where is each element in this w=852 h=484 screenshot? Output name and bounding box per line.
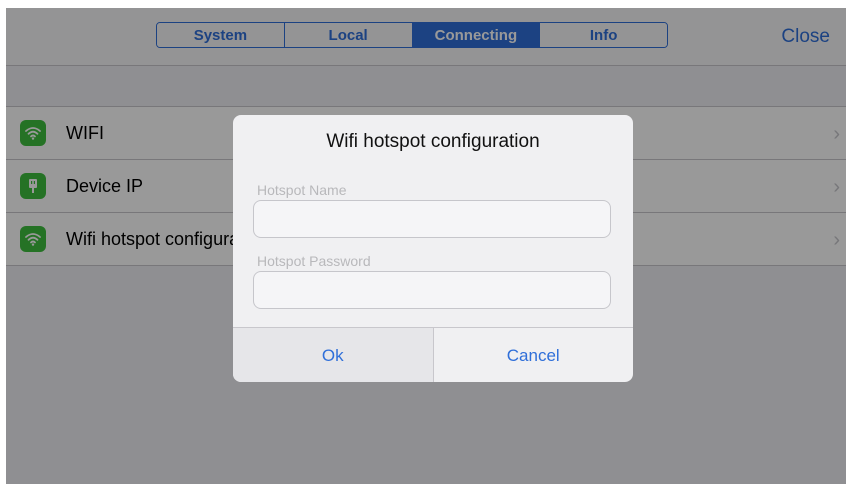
cancel-button[interactable]: Cancel bbox=[434, 328, 634, 382]
hotspot-name-input[interactable] bbox=[253, 200, 611, 238]
ok-button[interactable]: Ok bbox=[233, 328, 434, 382]
hotspot-name-label: Hotspot Name bbox=[257, 182, 347, 198]
dialog-button-bar: Ok Cancel bbox=[233, 327, 633, 382]
hotspot-config-dialog: Wifi hotspot configuration Hotspot Name … bbox=[233, 115, 633, 382]
hotspot-password-input[interactable] bbox=[253, 271, 611, 309]
dialog-title: Wifi hotspot configuration bbox=[326, 131, 540, 152]
hotspot-password-label: Hotspot Password bbox=[257, 253, 371, 269]
